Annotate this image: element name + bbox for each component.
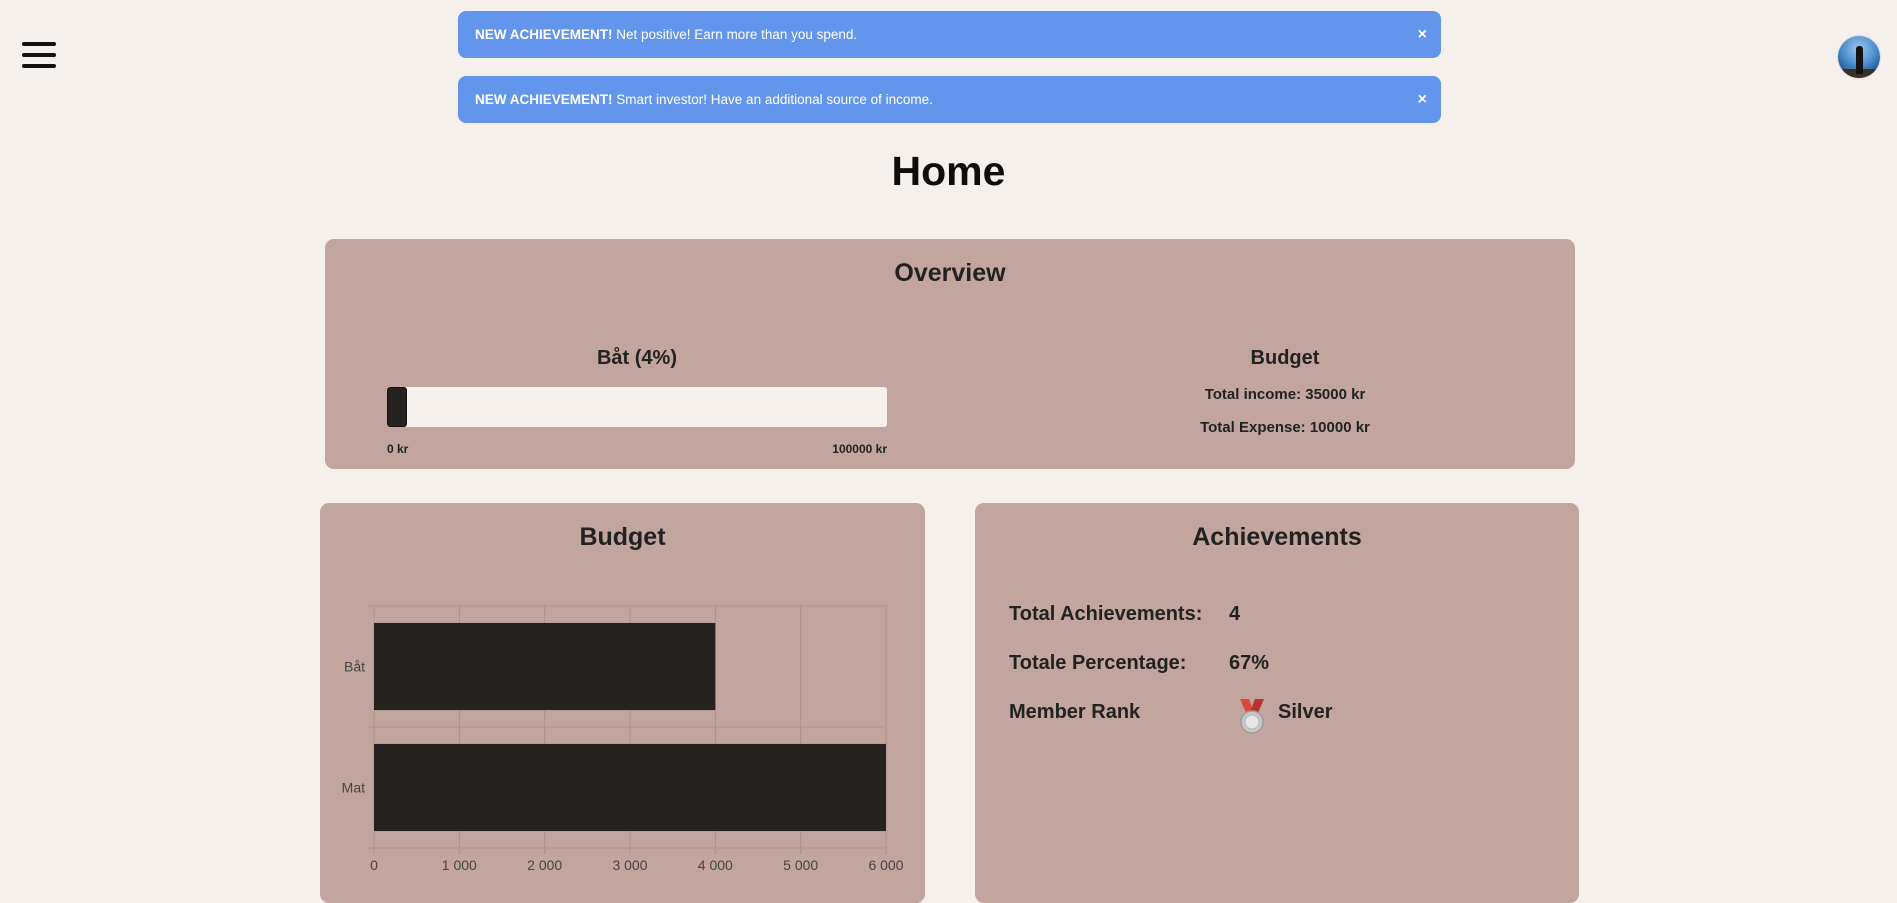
member-rank-value: Silver xyxy=(1278,701,1333,723)
silver-medal-icon xyxy=(1240,699,1264,734)
alert-prefix: NEW ACHIEVEMENT! xyxy=(475,27,613,42)
avatar-figure xyxy=(1856,46,1863,74)
bar xyxy=(374,743,886,832)
total-income: Total income: 35000 kr xyxy=(1204,386,1366,403)
total-percentage-value: 67% xyxy=(1229,652,1270,674)
page-title: Home xyxy=(891,148,1006,194)
hamburger-menu-icon[interactable] xyxy=(22,42,56,72)
x-tick-label: 1 000 xyxy=(442,857,477,873)
bar xyxy=(374,622,716,711)
menu-line xyxy=(22,64,56,68)
menu-line xyxy=(22,53,56,57)
y-category-label: Mat xyxy=(342,780,365,796)
x-tick-label: 3 000 xyxy=(612,857,647,873)
close-icon[interactable]: × xyxy=(1418,11,1427,58)
total-expense: Total Expense: 10000 kr xyxy=(1200,419,1370,436)
x-tick-label: 5 000 xyxy=(783,857,818,873)
progress-min-label: 0 kr xyxy=(387,442,409,456)
achievement-alert: NEW ACHIEVEMENT! Net positive! Earn more… xyxy=(458,11,1441,58)
progress-max-label: 100000 kr xyxy=(832,442,887,456)
x-tick-label: 4 000 xyxy=(698,857,733,873)
achievement-alert: NEW ACHIEVEMENT! Smart investor! Have an… xyxy=(458,76,1441,123)
total-percentage-label: Totale Percentage: xyxy=(1009,652,1187,674)
x-tick-label: 6 000 xyxy=(868,857,903,873)
member-rank-label: Member Rank xyxy=(1009,701,1141,723)
achievements-card: Achievements Total Achievements: 4 Total… xyxy=(975,503,1579,903)
alert-message: Smart investor! Have an additional sourc… xyxy=(616,92,933,107)
alert-prefix: NEW ACHIEVEMENT! xyxy=(475,92,613,107)
budget-summary-title: Budget xyxy=(1250,347,1320,369)
x-tick-label: 0 xyxy=(370,857,378,873)
y-category-label: Båt xyxy=(344,659,365,675)
progress-fill xyxy=(387,387,407,427)
total-achievements-value: 4 xyxy=(1229,603,1241,625)
menu-line xyxy=(22,42,56,46)
savings-goal-progress-bar xyxy=(387,387,887,427)
budget-chart-card: Budget 01 000 2 000 3 000 4 000 5 000 6 000 Bå… xyxy=(320,503,925,903)
alert-message: Net positive! Earn more than you spend. xyxy=(616,27,858,42)
close-icon[interactable]: × xyxy=(1418,76,1427,123)
achievements-title: Achievements xyxy=(1192,523,1362,551)
savings-goal-label: Båt (4%) xyxy=(596,347,677,369)
user-avatar-icon[interactable] xyxy=(1838,36,1880,78)
total-achievements-label: Total Achievements: xyxy=(1009,603,1203,625)
budget-bar-chart: 0 1 000 2 000 3 000 4 000 5 000 6 000 Båt Mat xyxy=(342,605,904,873)
overview-title: Overview xyxy=(894,259,1006,287)
x-tick-label: 2 000 xyxy=(527,857,562,873)
overview-card: Overview Båt (4%) 0 kr 100000 kr Budget … xyxy=(325,239,1575,469)
